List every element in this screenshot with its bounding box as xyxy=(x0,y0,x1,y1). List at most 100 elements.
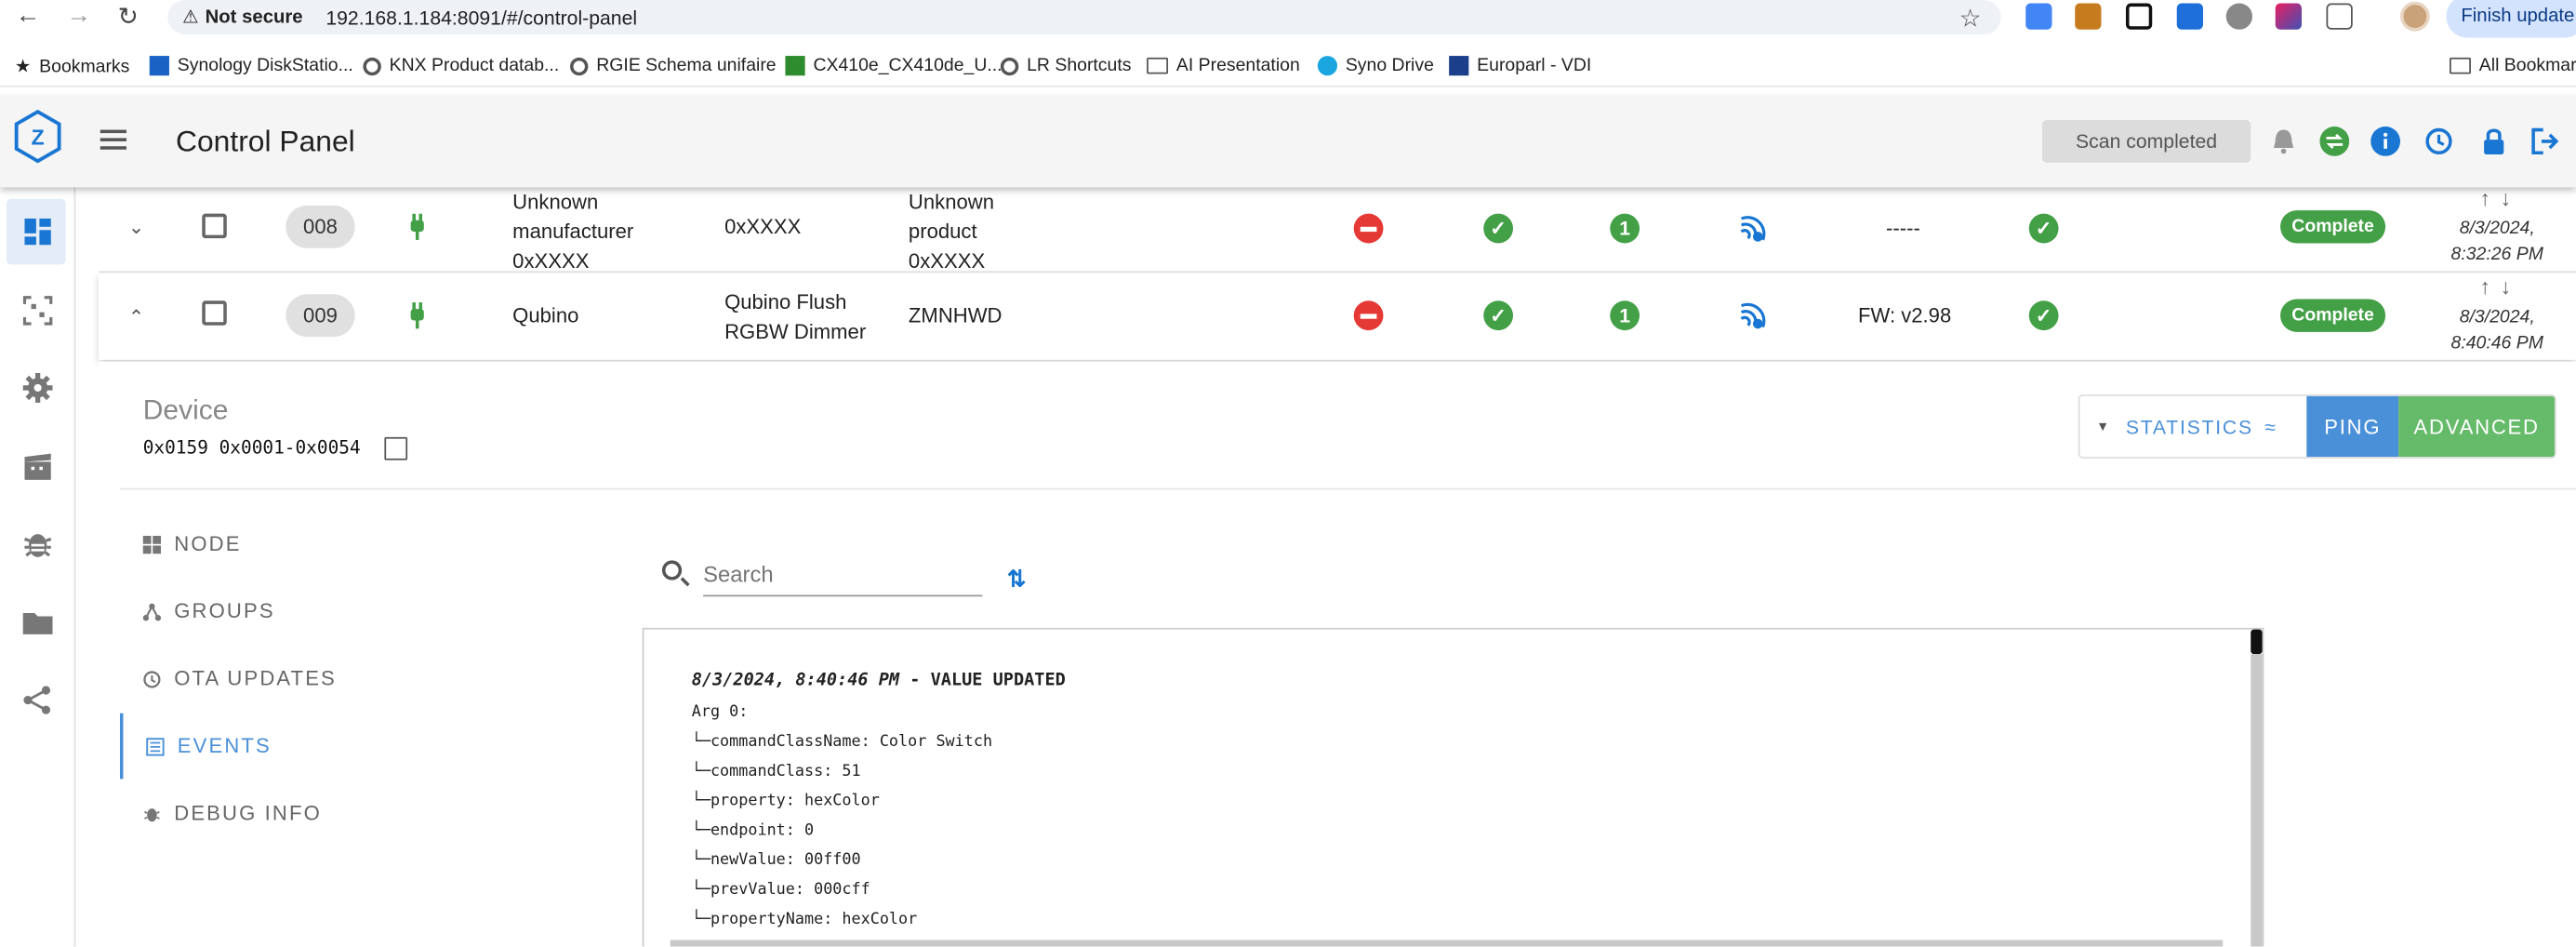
tab-events[interactable]: EVENTS xyxy=(119,713,613,780)
info-icon[interactable] xyxy=(2370,127,2401,156)
power-plug-icon xyxy=(410,213,424,240)
table-row[interactable]: ⌄ 008 Unknown manufacturer 0xXXXX 0xXXXX… xyxy=(98,186,2576,275)
chevron-up-icon[interactable]: ⌃ xyxy=(128,306,145,329)
settings-gear-icon[interactable] xyxy=(21,371,54,404)
chevron-down-icon[interactable]: ⌄ xyxy=(128,215,145,238)
tab-label: EVENTS xyxy=(177,734,272,758)
horizontal-scrollbar[interactable] xyxy=(670,940,2224,947)
address-bar[interactable]: ⚠ Not secure 192.168.1.184:8091/#/contro… xyxy=(167,0,2001,35)
product-code-line: product xyxy=(908,220,977,244)
control-panel-icon[interactable] xyxy=(21,215,54,247)
ping-button[interactable]: PING xyxy=(2306,395,2399,458)
bookmark-synology[interactable]: Synology DiskStatio... xyxy=(149,56,353,76)
bookmark-lr-shortcuts[interactable]: LR Shortcuts xyxy=(1000,56,1131,75)
open-in-new-icon[interactable] xyxy=(384,436,408,460)
check-circle-icon: ✓ xyxy=(1483,300,1514,331)
screen: ← → ↻ ⚠ Not secure 192.168.1.184:8091/#/… xyxy=(0,0,2576,947)
tab-label: GROUPS xyxy=(174,599,275,623)
bookmark-bookmarks[interactable]: ★ Bookmarks xyxy=(15,56,129,77)
back-icon[interactable]: ← xyxy=(4,2,53,30)
log-line: └─property: hexColor xyxy=(691,792,880,810)
device-heading: Device xyxy=(142,393,229,426)
finish-update-button[interactable]: Finish update xyxy=(2446,0,2576,38)
bookmark-syno-drive[interactable]: Syno Drive xyxy=(1317,56,1434,76)
bookmark-ai-presentation[interactable]: AI Presentation xyxy=(1147,56,1300,75)
events-log[interactable]: 8/3/2024, 8:40:46 PM - VALUE UPDATED Arg… xyxy=(642,627,2264,947)
security-status[interactable]: Not secure xyxy=(206,7,303,27)
date-line: 8:40:46 PM xyxy=(2450,333,2543,353)
tab-node[interactable]: NODE xyxy=(120,511,613,577)
scan-status-button[interactable]: Scan completed xyxy=(2041,119,2251,163)
file-icon xyxy=(785,56,805,76)
bookmark-rgie[interactable]: RGIE Schema unifaire xyxy=(570,56,777,75)
tab-debug-info[interactable]: DEBUG INFO xyxy=(120,780,613,847)
log-line: └─endpoint: 0 xyxy=(691,821,815,840)
extension-icon[interactable] xyxy=(2275,3,2303,30)
tab-groups[interactable]: GROUPS xyxy=(120,579,613,645)
scenes-icon[interactable] xyxy=(21,450,54,483)
extension-icon[interactable] xyxy=(2225,3,2253,30)
sort-arrows-icon[interactable]: ↑↓ xyxy=(2471,274,2530,299)
tab-ota-updates[interactable]: OTA UPDATES xyxy=(120,646,613,712)
url-text[interactable]: 192.168.1.184:8091/#/control-panel xyxy=(325,6,637,29)
event-timestamp: 8/3/2024, 8:40:46 PM xyxy=(691,670,900,690)
row-checkbox[interactable] xyxy=(202,300,227,326)
forward-icon[interactable]: → xyxy=(54,2,103,30)
bookmark-label: All Bookmarks xyxy=(2478,56,2576,76)
table-row[interactable]: ⌃ 009 Qubino Qubino Flush RGBW Dimmer ZM… xyxy=(98,273,2576,360)
node-details-panel: Device 0x0159 0x0001-0x0054 ▼ STATISTICS… xyxy=(98,361,2576,947)
not-secure-icon xyxy=(1353,213,1384,244)
extension-icon[interactable] xyxy=(2075,3,2102,30)
product-code-cell: Unknown product 0xXXXX xyxy=(909,187,994,275)
tab-label: NODE xyxy=(174,532,242,556)
app-bar: Z Control Panel Scan completed xyxy=(0,95,2576,188)
search-input[interactable] xyxy=(703,554,983,597)
bookmark-label: CX410e_CX410de_U... xyxy=(813,56,1003,76)
bookmark-europarl[interactable]: Europarl - VDI xyxy=(1449,56,1592,76)
globe-icon xyxy=(570,56,589,75)
statistics-label: STATISTICS xyxy=(2125,415,2253,438)
sort-arrows-icon[interactable]: ↑↓ xyxy=(2471,186,2530,210)
folder-store-icon[interactable] xyxy=(21,607,54,639)
reload-icon[interactable]: ↻ xyxy=(103,2,153,32)
logout-icon[interactable] xyxy=(2530,127,2560,156)
lock-icon[interactable] xyxy=(2479,127,2509,156)
power-plug-icon xyxy=(410,302,424,329)
synology-icon xyxy=(149,56,169,76)
bookmark-knx[interactable]: KNX Product datab... xyxy=(363,56,559,75)
sort-direction-icon[interactable]: ⇅ xyxy=(1007,566,1027,594)
product-code-line: Unknown xyxy=(908,190,995,214)
extension-icon[interactable] xyxy=(2176,3,2204,30)
bookmark-star-icon[interactable]: ☆ xyxy=(1959,4,1982,33)
row-checkbox[interactable] xyxy=(202,213,227,239)
advanced-button[interactable]: ADVANCED xyxy=(2398,395,2556,458)
caret-down-icon: ▼ xyxy=(2096,419,2111,434)
share-icon[interactable] xyxy=(21,684,54,716)
log-line: └─propertyName: hexColor xyxy=(691,910,918,929)
not-secure-icon xyxy=(1353,300,1384,331)
debug-bug-icon[interactable] xyxy=(21,527,54,560)
extensions-puzzle-icon[interactable] xyxy=(2326,3,2353,30)
notion-extension-icon[interactable] xyxy=(2125,3,2153,30)
bookmark-label: Europarl - VDI xyxy=(1477,56,1592,76)
bookmark-all[interactable]: All Bookmarks xyxy=(2450,56,2576,75)
groups-icon xyxy=(142,602,162,620)
check-circle-icon: ✓ xyxy=(2028,300,2059,331)
node-id: 009 xyxy=(285,294,355,338)
statistics-button[interactable]: ▼ STATISTICS ≈ xyxy=(2079,395,2307,458)
menu-icon[interactable] xyxy=(100,129,127,150)
security-count-badge: 1 xyxy=(1610,213,1640,244)
bookmark-cx410[interactable]: CX410e_CX410de_U... xyxy=(785,56,1003,76)
profile-avatar[interactable] xyxy=(2400,1,2430,32)
last-active-cell: 8/3/2024, 8:32:26 PM xyxy=(2432,215,2563,268)
warning-icon: ⚠ xyxy=(182,7,199,29)
bookmarks-bar: ★ Bookmarks Synology DiskStatio... KNX Pr… xyxy=(0,47,2576,87)
vertical-scrollbar-thumb[interactable] xyxy=(2251,629,2263,655)
translate-extension-icon[interactable] xyxy=(2025,3,2052,30)
update-icon xyxy=(143,670,161,687)
sync-icon[interactable] xyxy=(2319,127,2350,156)
smart-start-icon[interactable] xyxy=(21,294,54,327)
vertical-scrollbar[interactable] xyxy=(2251,654,2263,947)
bell-icon[interactable] xyxy=(2269,127,2299,156)
history-icon[interactable] xyxy=(2423,127,2453,156)
